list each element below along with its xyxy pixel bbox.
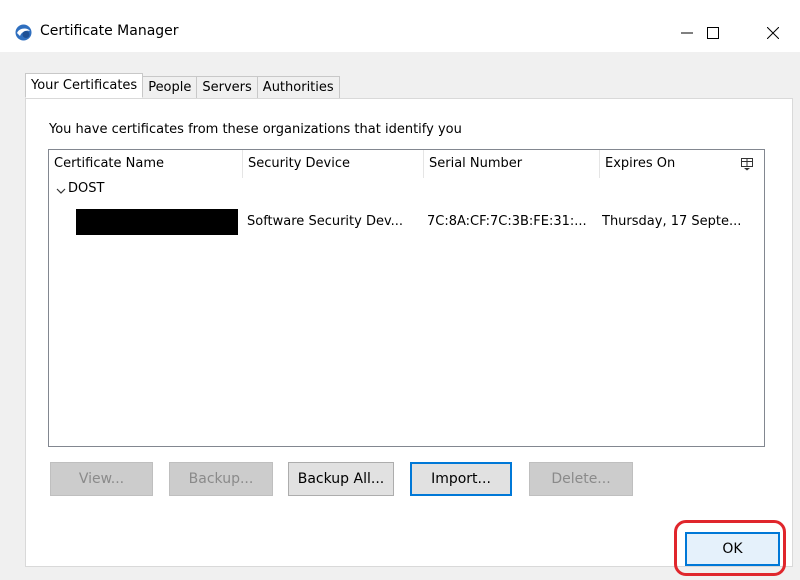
close-button[interactable] bbox=[750, 18, 796, 48]
cell-expires-on: Thursday, 17 Septe... bbox=[602, 214, 742, 229]
table-row[interactable]: Software Security Dev... 7C:8A:CF:7C:3B:… bbox=[49, 209, 764, 235]
ok-button-label: OK bbox=[722, 541, 743, 557]
backup-all-button[interactable]: Backup All... bbox=[288, 462, 394, 496]
panel-heading: You have certificates from these organiz… bbox=[49, 122, 462, 137]
import-button-label: Import... bbox=[431, 471, 491, 487]
backup-all-button-label: Backup All... bbox=[297, 471, 385, 487]
column-header-serial-number[interactable]: Serial Number bbox=[424, 150, 599, 178]
tree-header: Certificate Name Security Device Serial … bbox=[49, 150, 764, 178]
cell-serial-number: 7C:8A:CF:7C:3B:FE:31:... bbox=[427, 214, 587, 229]
thunderbird-icon bbox=[15, 24, 32, 41]
redacted-certificate-name bbox=[76, 209, 238, 235]
window-title: Certificate Manager bbox=[40, 23, 179, 39]
view-button[interactable]: View... bbox=[50, 462, 153, 496]
backup-button[interactable]: Backup... bbox=[169, 462, 273, 496]
maximize-button[interactable] bbox=[690, 18, 736, 48]
column-header-expires-on[interactable]: Expires On bbox=[600, 150, 740, 178]
ok-button[interactable]: OK bbox=[685, 532, 780, 566]
certificate-tree[interactable]: Certificate Name Security Device Serial … bbox=[48, 149, 765, 447]
tree-group-row[interactable]: DOST bbox=[49, 179, 764, 199]
view-button-label: View... bbox=[78, 471, 125, 487]
delete-button[interactable]: Delete... bbox=[529, 462, 633, 496]
group-label: DOST bbox=[68, 181, 105, 196]
delete-button-label: Delete... bbox=[551, 471, 611, 487]
cell-security-device: Software Security Dev... bbox=[247, 214, 404, 229]
tab-authorities[interactable]: Authorities bbox=[257, 76, 340, 98]
backup-button-label: Backup... bbox=[188, 471, 254, 487]
tab-servers[interactable]: Servers bbox=[197, 76, 258, 98]
column-picker-icon[interactable] bbox=[740, 157, 754, 171]
tab-your-certificates[interactable]: Your Certificates bbox=[25, 73, 144, 98]
chevron-down-icon[interactable] bbox=[56, 183, 66, 194]
tab-strip: Your Certificates People Servers Authori… bbox=[25, 73, 340, 99]
column-header-certificate-name[interactable]: Certificate Name bbox=[49, 150, 242, 178]
column-header-security-device[interactable]: Security Device bbox=[243, 150, 423, 178]
import-button[interactable]: Import... bbox=[410, 462, 512, 496]
dialog-body: Your Certificates People Servers Authori… bbox=[0, 52, 800, 580]
maximize-icon bbox=[707, 24, 719, 43]
tab-people[interactable]: People bbox=[143, 76, 198, 98]
tab-panel: You have certificates from these organiz… bbox=[25, 98, 793, 567]
close-icon bbox=[766, 24, 780, 43]
